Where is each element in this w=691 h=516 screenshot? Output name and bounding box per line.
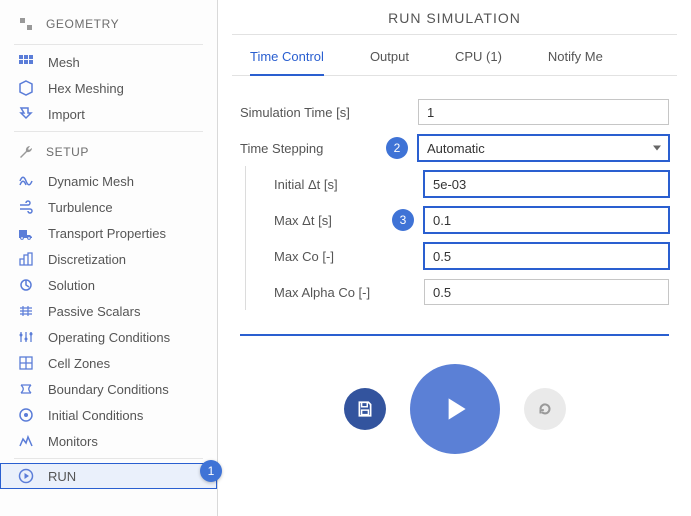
- monitor-icon: [18, 433, 34, 449]
- select-time-stepping[interactable]: Automatic: [418, 135, 669, 161]
- tab-cpu[interactable]: CPU (1): [455, 49, 502, 75]
- sidebar-item-label: Operating Conditions: [48, 330, 170, 345]
- cell-zones-icon: [18, 355, 34, 371]
- tabs: Time Control Output CPU (1) Notify Me: [232, 35, 677, 76]
- annotation-marker-3: 3: [392, 209, 414, 231]
- sidebar-item-solution[interactable]: Solution: [0, 272, 217, 298]
- divider: [14, 131, 203, 132]
- label-initial-dt: Initial Δt [s]: [246, 177, 382, 192]
- input-max-alpha-co[interactable]: [424, 279, 669, 305]
- boundary-icon: [18, 381, 34, 397]
- sidebar-item-operating-conditions[interactable]: Operating Conditions: [0, 324, 217, 350]
- row-initial-dt: Initial Δt [s]: [246, 166, 669, 202]
- sidebar-item-turbulence[interactable]: Turbulence: [0, 194, 217, 220]
- wrench-icon: [18, 144, 34, 160]
- sidebar-item-label: Discretization: [48, 252, 126, 267]
- run-button[interactable]: [410, 364, 500, 454]
- label-max-dt: Max Δt [s]: [246, 213, 382, 228]
- sidebar-item-label: RUN: [48, 469, 76, 484]
- sidebar-item-label: Solution: [48, 278, 95, 293]
- sidebar-item-label: Dynamic Mesh: [48, 174, 134, 189]
- sidebar-heading-setup: SETUP: [0, 136, 217, 168]
- sidebar-item-label: Mesh: [48, 55, 80, 70]
- discretization-icon: [18, 251, 34, 267]
- play-circle-icon: [18, 468, 34, 484]
- solution-icon: [18, 277, 34, 293]
- import-icon: [18, 106, 34, 122]
- sidebar-item-label: Monitors: [48, 434, 98, 449]
- heading-label: GEOMETRY: [46, 17, 119, 31]
- initial-icon: [18, 407, 34, 423]
- geometry-icon: [18, 16, 34, 32]
- time-stepping-subgroup: Initial Δt [s] Max Δt [s] 3 Max Co [-] M…: [245, 166, 669, 310]
- row-time-stepping: Time Stepping 2 Automatic: [240, 130, 669, 166]
- sidebar-item-passive-scalars[interactable]: Passive Scalars: [0, 298, 217, 324]
- page-title: RUN SIMULATION: [232, 0, 677, 34]
- sidebar-item-mesh[interactable]: Mesh: [0, 49, 217, 75]
- form-time-control: Simulation Time [s] Time Stepping 2 Auto…: [232, 76, 677, 310]
- sidebar-item-initial-conditions[interactable]: Initial Conditions: [0, 402, 217, 428]
- sidebar-item-run[interactable]: RUN: [0, 463, 217, 489]
- refresh-icon: [536, 400, 554, 418]
- row-max-alpha-co: Max Alpha Co [-]: [246, 274, 669, 310]
- turbulence-icon: [18, 199, 34, 215]
- scalars-icon: [18, 303, 34, 319]
- label-max-co: Max Co [-]: [246, 249, 382, 264]
- sidebar-item-monitors[interactable]: Monitors: [0, 428, 217, 454]
- annotation-marker-2: 2: [386, 137, 408, 159]
- row-max-co: Max Co [-]: [246, 238, 669, 274]
- label-max-alpha-co: Max Alpha Co [-]: [246, 285, 382, 300]
- sliders-icon: [18, 329, 34, 345]
- sidebar-item-label: Turbulence: [48, 200, 113, 215]
- sidebar: GEOMETRY Mesh Hex Meshing Import SETUP D…: [0, 0, 218, 516]
- save-button[interactable]: [344, 388, 386, 430]
- input-initial-dt[interactable]: [424, 171, 669, 197]
- tab-output[interactable]: Output: [370, 49, 409, 75]
- action-bar: [232, 336, 677, 454]
- annotation-marker-1: 1: [200, 460, 222, 482]
- tab-time-control[interactable]: Time Control: [250, 49, 324, 76]
- sidebar-item-import[interactable]: Import: [0, 101, 217, 127]
- sidebar-item-discretization[interactable]: Discretization: [0, 246, 217, 272]
- heading-label: SETUP: [46, 145, 89, 159]
- input-simulation-time[interactable]: [418, 99, 669, 125]
- reset-button[interactable]: [524, 388, 566, 430]
- sidebar-item-label: Cell Zones: [48, 356, 110, 371]
- truck-icon: [18, 225, 34, 241]
- main-panel: RUN SIMULATION Time Control Output CPU (…: [218, 0, 691, 516]
- divider: [14, 44, 203, 45]
- label-simulation-time: Simulation Time [s]: [240, 105, 376, 120]
- label-time-stepping: Time Stepping: [240, 141, 376, 156]
- sidebar-item-dynamic-mesh[interactable]: Dynamic Mesh: [0, 168, 217, 194]
- sidebar-item-transport-properties[interactable]: Transport Properties: [0, 220, 217, 246]
- mesh-icon: [18, 54, 34, 70]
- tab-notify-me[interactable]: Notify Me: [548, 49, 603, 75]
- play-icon: [438, 392, 472, 426]
- sidebar-item-hex-meshing[interactable]: Hex Meshing: [0, 75, 217, 101]
- sidebar-item-boundary-conditions[interactable]: Boundary Conditions: [0, 376, 217, 402]
- divider: [14, 458, 203, 459]
- input-max-dt[interactable]: [424, 207, 669, 233]
- sidebar-item-label: Import: [48, 107, 85, 122]
- input-max-co[interactable]: [424, 243, 669, 269]
- row-max-dt: Max Δt [s] 3: [246, 202, 669, 238]
- hex-icon: [18, 80, 34, 96]
- sidebar-item-label: Transport Properties: [48, 226, 166, 241]
- sidebar-item-label: Passive Scalars: [48, 304, 140, 319]
- sidebar-item-label: Initial Conditions: [48, 408, 143, 423]
- save-icon: [356, 400, 374, 418]
- dynamic-mesh-icon: [18, 173, 34, 189]
- sidebar-item-cell-zones[interactable]: Cell Zones: [0, 350, 217, 376]
- row-simulation-time: Simulation Time [s]: [240, 94, 669, 130]
- sidebar-item-label: Boundary Conditions: [48, 382, 169, 397]
- sidebar-item-label: Hex Meshing: [48, 81, 124, 96]
- sidebar-heading-geometry: GEOMETRY: [0, 8, 217, 40]
